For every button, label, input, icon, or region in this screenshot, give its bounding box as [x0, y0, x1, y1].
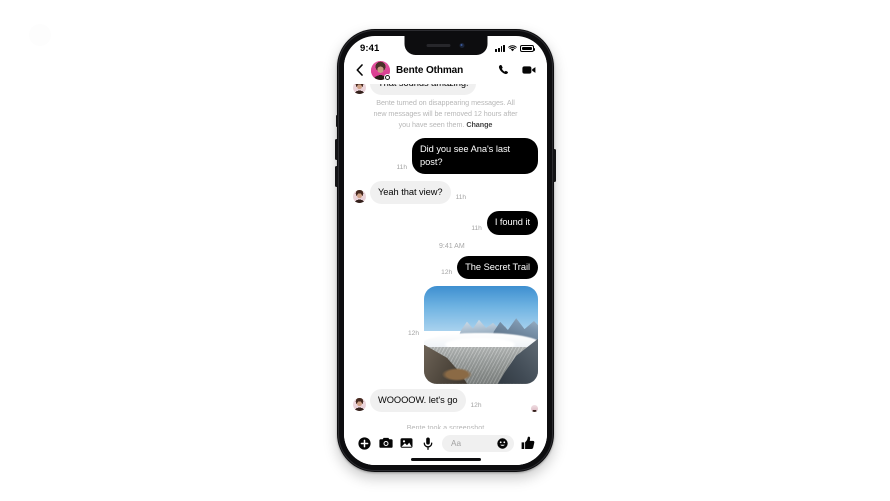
- notice-text: Bente turned on disappearing messages. A…: [373, 98, 518, 130]
- message-bubble[interactable]: WOOOOW. let's go: [370, 388, 466, 413]
- message-timestamp: 12h: [441, 268, 453, 276]
- message-row: 11h Did you see Ana's last post?: [353, 138, 538, 174]
- header-actions: [498, 64, 536, 76]
- message-timestamp: 12h: [470, 402, 482, 410]
- device-notch: [404, 36, 487, 55]
- photo-gallery-icon[interactable]: [396, 433, 417, 454]
- message-timestamp: 12h: [407, 329, 419, 337]
- message-bubble[interactable]: Yeah that view?: [370, 181, 451, 205]
- plus-circle-icon[interactable]: [354, 433, 375, 454]
- message-timestamp: 11h: [455, 194, 467, 202]
- screenshot-canvas: 9:41 Bente Othman Bente turned on disapp…: [0, 0, 890, 501]
- camera-icon[interactable]: [375, 433, 396, 454]
- sender-avatar: [353, 398, 366, 412]
- message-timestamp: 11h: [471, 224, 482, 232]
- video-camera-icon[interactable]: [522, 65, 536, 75]
- clipped-message-wrapper: That sounds amazing!: [353, 84, 538, 95]
- message-bubble[interactable]: Did you see Ana's last post?: [412, 138, 538, 174]
- disappearing-messages-notice: Bente turned on disappearing messages. A…: [353, 96, 538, 138]
- phone-call-icon[interactable]: [498, 64, 510, 76]
- message-row: Yeah that view? 11h: [353, 181, 538, 205]
- avatar[interactable]: [371, 60, 391, 81]
- message-row: 11h I found it: [353, 211, 538, 235]
- message-row: 12h The Secret Trail: [353, 255, 538, 279]
- change-link[interactable]: Change: [466, 120, 492, 129]
- active-status-badge: [384, 73, 391, 81]
- status-indicators: [495, 44, 536, 52]
- photo-message-row: 12h: [353, 285, 538, 384]
- message-list[interactable]: That sounds amazing! Bente turned on dis…: [344, 84, 547, 429]
- chevron-left-icon[interactable]: [353, 61, 366, 79]
- message-timestamp: 11h: [396, 164, 407, 171]
- mute-switch[interactable]: [335, 115, 338, 127]
- screenshot-system-message: Bente took a screenshot: [406, 423, 485, 429]
- earpiece-speaker: [426, 44, 451, 47]
- volume-up-button[interactable]: [335, 139, 338, 160]
- wifi-icon: [508, 44, 517, 52]
- smiley-face-icon[interactable]: [497, 437, 508, 449]
- volume-down-button[interactable]: [335, 166, 338, 187]
- phone-screen: 9:41 Bente Othman Bente turned on disapp…: [344, 36, 547, 465]
- battery-full-icon: [520, 44, 536, 52]
- message-input-placeholder: Aa: [451, 438, 462, 448]
- cellular-bars-icon: [495, 44, 505, 52]
- chat-header: Bente Othman: [344, 56, 547, 84]
- photo-foreground-dirt: [442, 368, 472, 381]
- message-bubble[interactable]: I found it: [486, 211, 538, 235]
- message-bubble[interactable]: The Secret Trail: [457, 255, 538, 279]
- status-time: 9:41: [360, 42, 380, 54]
- sender-avatar: [353, 190, 366, 204]
- thumbs-up-icon[interactable]: [518, 433, 537, 454]
- power-button[interactable]: [553, 149, 556, 182]
- message-bubble[interactable]: That sounds amazing!: [370, 84, 477, 95]
- phone-device-mockup: 9:41 Bente Othman Bente turned on disapp…: [335, 29, 556, 472]
- message-row: That sounds amazing!: [353, 84, 538, 95]
- time-divider: 9:41 AM: [439, 242, 465, 250]
- front-camera: [459, 43, 465, 48]
- background-watermark: [29, 24, 51, 46]
- message-input[interactable]: Aa: [442, 434, 514, 452]
- photo-attachment[interactable]: [424, 285, 538, 384]
- message-row: WOOOOW. let's go 12h: [353, 388, 538, 413]
- sender-avatar: [353, 84, 366, 94]
- microphone-icon[interactable]: [417, 433, 438, 454]
- home-indicator[interactable]: [410, 458, 481, 461]
- read-receipt-avatar: [531, 405, 538, 413]
- contact-name[interactable]: Bente Othman: [396, 65, 463, 76]
